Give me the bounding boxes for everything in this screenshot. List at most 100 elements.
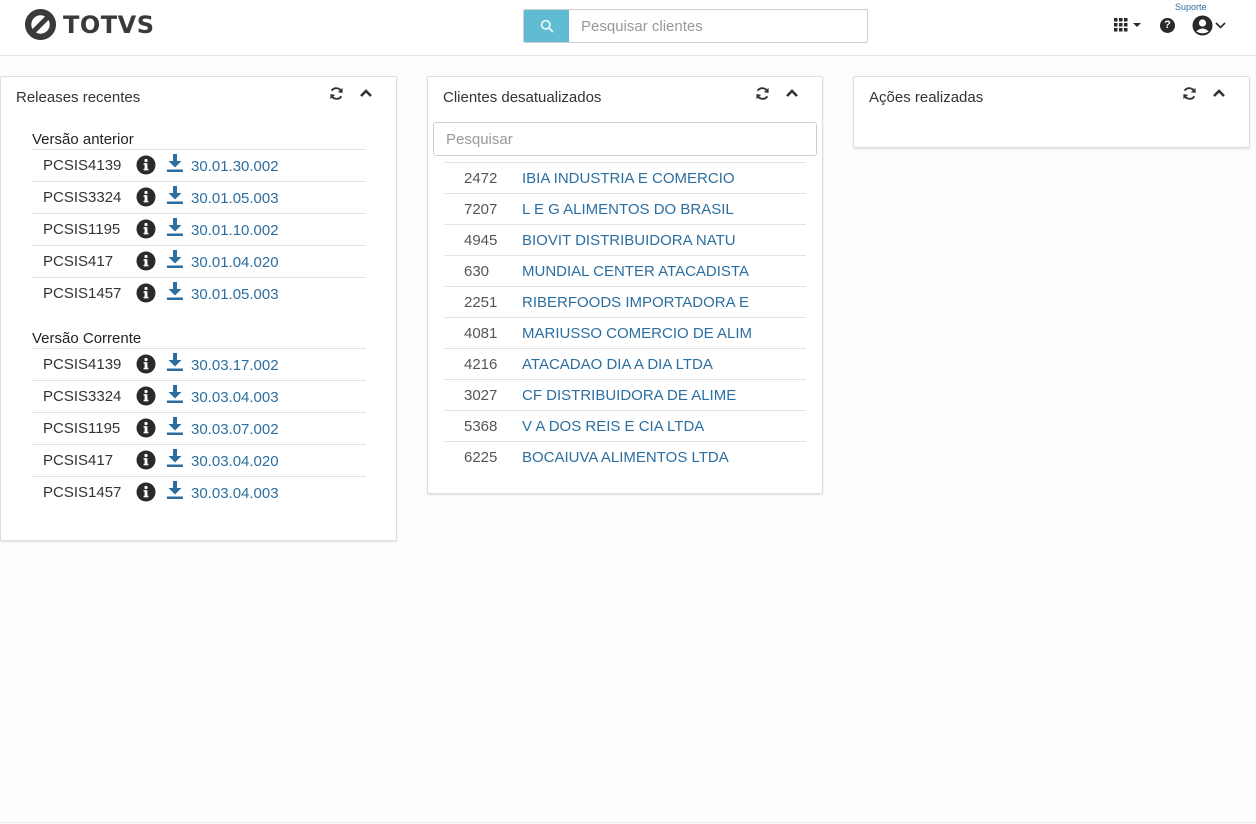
client-code: 3027 (464, 387, 498, 404)
client-search (523, 9, 868, 43)
info-icon[interactable] (136, 187, 156, 212)
download-icon[interactable] (166, 249, 184, 274)
release-version-link[interactable]: 30.03.07.002 (191, 421, 279, 438)
client-code: 4945 (464, 232, 498, 249)
search-input[interactable] (569, 10, 867, 42)
footer-divider (0, 822, 1256, 823)
client-row[interactable]: 630 MUNDIAL CENTER ATACADISTA (444, 255, 806, 286)
client-name-link[interactable]: BOCAIUVA ALIMENTOS LTDA (522, 449, 729, 466)
client-code: 630 (464, 263, 490, 280)
release-code: PCSIS1195 (43, 420, 121, 437)
release-code: PCSIS1457 (43, 484, 122, 501)
release-version-link[interactable]: 30.03.04.003 (191, 389, 279, 406)
clients-list: 2472 IBIA INDUSTRIA E COMERCIO 7207 L E G A… (444, 162, 806, 472)
client-row[interactable]: 2472 IBIA INDUSTRIA E COMERCIO (444, 162, 806, 193)
client-row[interactable]: 3027 CF DISTRIBUIDORA DE ALIME (444, 379, 806, 410)
release-row: PCSIS1457 30.03.04.003 (32, 476, 366, 508)
release-code: PCSIS4139 (43, 356, 122, 373)
client-row[interactable]: 2251 RIBERFOODS IMPORTADORA E (444, 286, 806, 317)
release-version-link[interactable]: 30.01.04.020 (191, 254, 279, 271)
info-icon[interactable] (136, 283, 156, 308)
refresh-icon[interactable] (1181, 85, 1197, 101)
user-menu-button[interactable] (1192, 15, 1226, 36)
client-name-link[interactable]: MUNDIAL CENTER ATACADISTA (522, 263, 749, 280)
client-name-link[interactable]: CF DISTRIBUIDORA DE ALIME (522, 387, 736, 404)
release-code: PCSIS3324 (43, 388, 122, 405)
download-icon[interactable] (166, 384, 184, 409)
info-icon[interactable] (136, 251, 156, 276)
search-icon (540, 19, 553, 33)
card-title: Ações realizadas (869, 89, 984, 106)
collapse-chevron-up-icon[interactable] (1211, 85, 1227, 101)
card-tools (754, 85, 800, 101)
download-icon[interactable] (166, 416, 184, 441)
apps-grid-icon (1114, 18, 1128, 32)
release-version-link[interactable]: 30.03.04.003 (191, 485, 279, 502)
client-name-link[interactable]: IBIA INDUSTRIA E COMERCIO (522, 170, 735, 187)
client-name-link[interactable]: BIOVIT DISTRIBUIDORA NATU (522, 232, 736, 249)
info-icon[interactable] (136, 219, 156, 244)
release-version-link[interactable]: 30.01.10.002 (191, 222, 279, 239)
card-title: Releases recentes (16, 89, 141, 106)
collapse-chevron-up-icon[interactable] (358, 85, 374, 101)
release-row: PCSIS4139 30.01.30.002 (32, 149, 366, 181)
section-title-previous-version: Versão anterior (32, 131, 134, 148)
client-name-link[interactable]: ATACADAO DIA A DIA LTDA (522, 356, 713, 373)
client-code: 7207 (464, 201, 498, 218)
download-icon[interactable] (166, 281, 184, 306)
release-row: PCSIS3324 30.03.04.003 (32, 380, 366, 412)
release-version-link[interactable]: 30.03.04.020 (191, 453, 279, 470)
release-row: PCSIS417 30.01.04.020 (32, 245, 366, 277)
client-row[interactable]: 6225 BOCAIUVA ALIMENTOS LTDA (444, 441, 806, 472)
download-icon[interactable] (166, 480, 184, 505)
chevron-down-icon (1215, 22, 1226, 29)
client-row[interactable]: 4081 MARIUSSO COMERCIO DE ALIM (444, 317, 806, 348)
release-code: PCSIS1195 (43, 221, 121, 238)
release-row: PCSIS1457 30.01.05.003 (32, 277, 366, 309)
info-icon[interactable] (136, 482, 156, 507)
download-icon[interactable] (166, 352, 184, 377)
brand-name: TOTVS (63, 10, 155, 39)
info-icon[interactable] (136, 386, 156, 411)
client-name-link[interactable]: RIBERFOODS IMPORTADORA E (522, 294, 749, 311)
release-row: PCSIS1195 30.01.10.002 (32, 213, 366, 245)
caret-down-icon (1133, 23, 1141, 27)
client-row[interactable]: 7207 L E G ALIMENTOS DO BRASIL (444, 193, 806, 224)
client-code: 4081 (464, 325, 498, 342)
release-version-link[interactable]: 30.01.05.003 (191, 190, 279, 207)
release-version-link[interactable]: 30.03.17.002 (191, 357, 279, 374)
release-code: PCSIS3324 (43, 189, 122, 206)
collapse-chevron-up-icon[interactable] (784, 85, 800, 101)
download-icon[interactable] (166, 185, 184, 210)
outdated-clients-card: Clientes desatualizados 2472 IBIA INDUSTR… (427, 76, 823, 494)
client-name-link[interactable]: MARIUSSO COMERCIO DE ALIM (522, 325, 752, 342)
release-code: PCSIS417 (43, 253, 114, 270)
releases-card: Releases recentes Versão anterior PCSIS4… (0, 76, 397, 541)
release-code: PCSIS4139 (43, 157, 122, 174)
download-icon[interactable] (166, 153, 184, 178)
refresh-icon[interactable] (754, 85, 770, 101)
clients-filter-input[interactable] (433, 122, 817, 156)
download-icon[interactable] (166, 448, 184, 473)
release-row: PCSIS1195 30.03.07.002 (32, 412, 366, 444)
card-title: Clientes desatualizados (443, 89, 602, 106)
info-icon[interactable] (136, 155, 156, 180)
apps-menu-button[interactable] (1114, 18, 1142, 32)
info-icon[interactable] (136, 418, 156, 443)
download-icon[interactable] (166, 217, 184, 242)
release-version-link[interactable]: 30.01.30.002 (191, 158, 279, 175)
help-icon[interactable]: ? (1160, 18, 1175, 33)
refresh-icon[interactable] (328, 85, 344, 101)
totvs-logo[interactable]: TOTVS (24, 8, 155, 41)
client-row[interactable]: 4945 BIOVIT DISTRIBUIDORA NATU (444, 224, 806, 255)
search-button[interactable] (524, 10, 569, 42)
client-name-link[interactable]: V A DOS REIS E CIA LTDA (522, 418, 704, 435)
card-tools (1181, 85, 1227, 101)
user-circle-icon (1192, 15, 1213, 36)
release-version-link[interactable]: 30.01.05.003 (191, 286, 279, 303)
client-name-link[interactable]: L E G ALIMENTOS DO BRASIL (522, 201, 734, 218)
info-icon[interactable] (136, 450, 156, 475)
client-row[interactable]: 5368 V A DOS REIS E CIA LTDA (444, 410, 806, 441)
client-row[interactable]: 4216 ATACADAO DIA A DIA LTDA (444, 348, 806, 379)
info-icon[interactable] (136, 354, 156, 379)
